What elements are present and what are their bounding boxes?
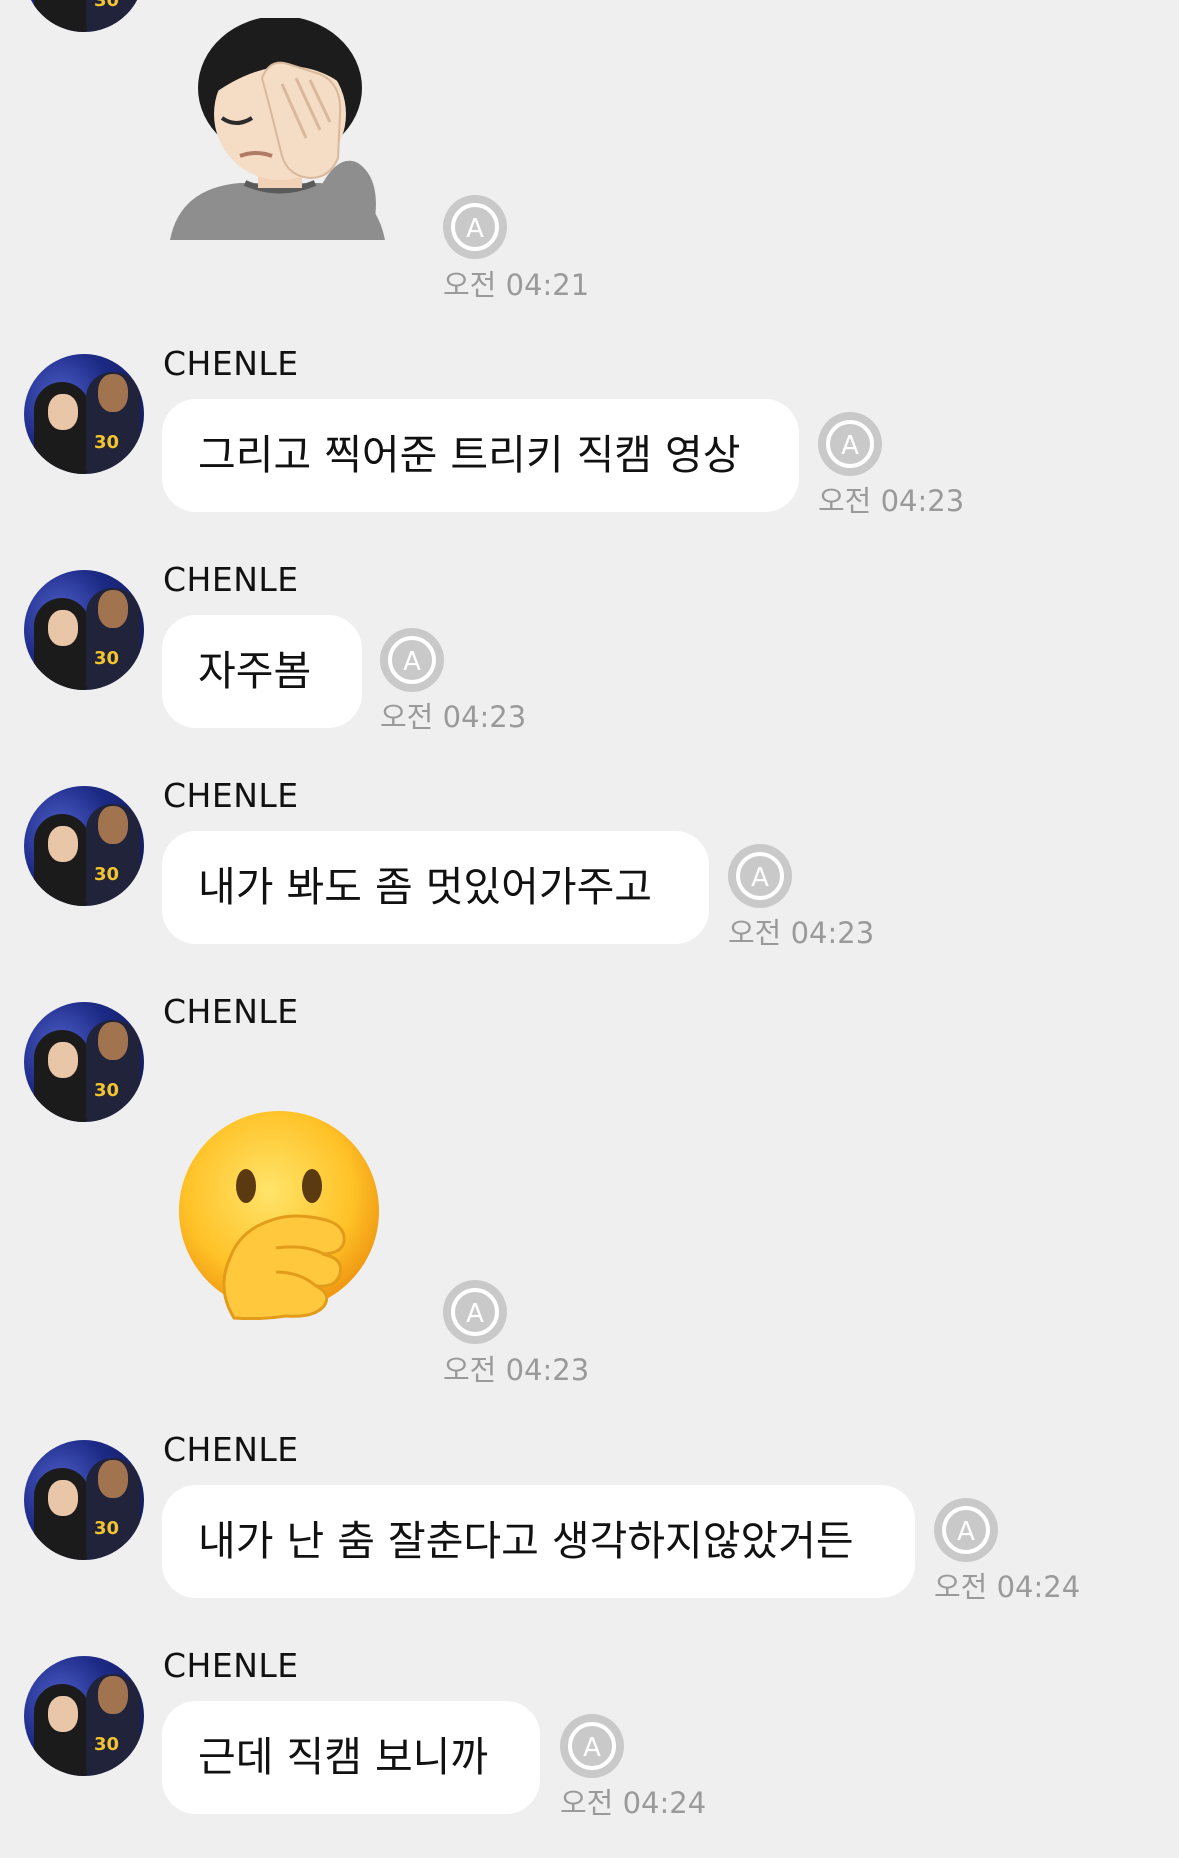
- sender-name: CHENLE: [163, 1646, 299, 1685]
- svg-text:A: A: [583, 1733, 601, 1763]
- message-time: 오전 04:23: [443, 1353, 590, 1387]
- message-time: 오전 04:21: [443, 268, 590, 302]
- svg-text:A: A: [841, 431, 859, 461]
- translate-a-icon[interactable]: A: [380, 628, 444, 692]
- sender-avatar[interactable]: 30: [24, 354, 144, 474]
- translate-a-icon[interactable]: A: [443, 1280, 507, 1344]
- svg-text:A: A: [957, 1517, 975, 1547]
- sender-avatar[interactable]: 30: [24, 570, 144, 690]
- message-time: 오전 04:23: [818, 484, 965, 518]
- translate-a-icon[interactable]: A: [443, 195, 507, 259]
- message-time: 오전 04:23: [380, 700, 527, 734]
- sender-avatar[interactable]: 30: [24, 1440, 144, 1560]
- message-time: 오전 04:23: [728, 916, 875, 950]
- message-time: 오전 04:24: [934, 1570, 1081, 1604]
- sender-name: CHENLE: [163, 1430, 299, 1469]
- sender-name: CHENLE: [163, 344, 299, 383]
- message-bubble[interactable]: 그리고 찍어준 트리키 직캠 영상: [162, 399, 799, 512]
- hand-over-mouth-sticker[interactable]: [176, 1108, 382, 1321]
- message-bubble[interactable]: 자주봄: [162, 615, 362, 728]
- sender-name: CHENLE: [163, 560, 299, 599]
- translate-a-icon[interactable]: A: [934, 1498, 998, 1562]
- sender-avatar[interactable]: 30: [24, 0, 144, 32]
- facepalm-sticker[interactable]: [170, 16, 390, 240]
- translate-a-icon[interactable]: A: [560, 1714, 624, 1778]
- translate-a-icon[interactable]: A: [818, 412, 882, 476]
- svg-text:A: A: [466, 1299, 484, 1329]
- message-time: 오전 04:24: [560, 1786, 707, 1820]
- message-bubble[interactable]: 근데 직캠 보니까: [162, 1701, 540, 1814]
- sender-avatar[interactable]: 30: [24, 1656, 144, 1776]
- svg-text:A: A: [466, 214, 484, 244]
- svg-text:A: A: [403, 647, 421, 677]
- svg-text:A: A: [751, 863, 769, 893]
- translate-a-icon[interactable]: A: [728, 844, 792, 908]
- sender-name: CHENLE: [163, 776, 299, 815]
- sender-avatar[interactable]: 30: [24, 786, 144, 906]
- message-bubble[interactable]: 내가 난 춤 잘춘다고 생각하지않았거든: [162, 1485, 915, 1598]
- sender-name: CHENLE: [163, 992, 299, 1031]
- message-bubble[interactable]: 내가 봐도 좀 멋있어가주고: [162, 831, 709, 944]
- sender-avatar[interactable]: 30: [24, 1002, 144, 1122]
